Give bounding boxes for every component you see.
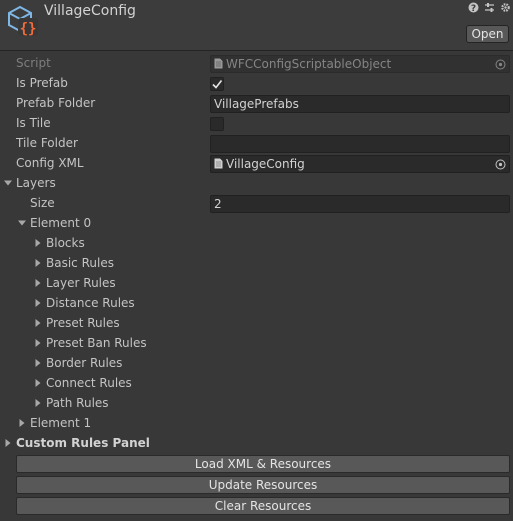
- config-xml-value: VillageConfig: [226, 157, 305, 171]
- size-label: Size: [30, 196, 55, 210]
- foldout-connect-rules[interactable]: Connect Rules: [0, 374, 513, 394]
- script-file-icon: [214, 58, 223, 69]
- prefab-folder-label: Prefab Folder: [16, 96, 96, 110]
- is-prefab-row: Is Prefab: [0, 74, 513, 94]
- script-row: Script WFCConfigScriptableObject: [0, 54, 513, 74]
- chevron-right-icon[interactable]: [33, 338, 43, 348]
- foldout-path-rules[interactable]: Path Rules: [0, 394, 513, 414]
- element-1-label: Element 1: [30, 416, 92, 430]
- size-input[interactable]: 2: [210, 195, 510, 213]
- update-resources-button[interactable]: Update Resources: [16, 476, 510, 494]
- header-divider: [0, 50, 513, 51]
- clear-resources-button[interactable]: Clear Resources: [16, 497, 510, 515]
- chevron-right-icon[interactable]: [33, 398, 43, 408]
- chevron-right-icon[interactable]: [33, 238, 43, 248]
- foldout-preset-ban-rules[interactable]: Preset Ban Rules: [0, 334, 513, 354]
- element-0-foldout[interactable]: Element 0: [0, 214, 513, 234]
- foldout-label: Preset Ban Rules: [46, 336, 147, 350]
- chevron-right-icon[interactable]: [33, 298, 43, 308]
- chevron-right-icon[interactable]: [33, 378, 43, 388]
- chevron-right-icon[interactable]: [33, 318, 43, 328]
- chevron-right-icon[interactable]: [33, 278, 43, 288]
- foldout-preset-rules[interactable]: Preset Rules: [0, 314, 513, 334]
- element-0-label: Element 0: [30, 216, 92, 230]
- asset-title: VillageConfig: [44, 3, 136, 19]
- script-label: Script: [16, 56, 51, 70]
- scriptable-object-icon: {}: [8, 5, 38, 37]
- open-button[interactable]: Open: [466, 25, 509, 43]
- script-field: WFCConfigScriptableObject: [210, 55, 510, 73]
- object-picker-icon[interactable]: [495, 59, 506, 70]
- chevron-right-icon[interactable]: [33, 258, 43, 268]
- config-xml-field[interactable]: VillageConfig: [210, 155, 510, 173]
- layers-size-row: Size 2: [0, 194, 513, 214]
- foldout-border-rules[interactable]: Border Rules: [0, 354, 513, 374]
- load-xml-resources-button[interactable]: Load XML & Resources: [16, 455, 510, 473]
- preset-icon[interactable]: [484, 2, 495, 13]
- config-xml-label: Config XML: [16, 156, 84, 170]
- is-tile-row: Is Tile: [0, 114, 513, 134]
- svg-text:?: ?: [471, 4, 476, 13]
- inspector-header: {} VillageConfig ? Open: [0, 0, 513, 50]
- text-asset-icon: [214, 158, 223, 169]
- foldout-label: Distance Rules: [46, 296, 135, 310]
- foldout-label: Blocks: [46, 236, 85, 250]
- custom-rules-panel-foldout[interactable]: Custom Rules Panel: [0, 434, 513, 454]
- prefab-folder-input[interactable]: VillagePrefabs: [210, 95, 510, 113]
- svg-text:{}: {}: [20, 21, 37, 37]
- is-tile-checkbox[interactable]: [210, 117, 224, 131]
- config-xml-row: Config XML VillageConfig: [0, 154, 513, 174]
- foldout-distance-rules[interactable]: Distance Rules: [0, 294, 513, 314]
- checkmark-icon: [212, 80, 223, 89]
- foldout-basic-rules[interactable]: Basic Rules: [0, 254, 513, 274]
- prefab-folder-row: Prefab Folder VillagePrefabs: [0, 94, 513, 114]
- chevron-right-icon[interactable]: [17, 418, 27, 428]
- chevron-down-icon[interactable]: [3, 178, 13, 188]
- custom-rules-panel-label: Custom Rules Panel: [16, 436, 150, 450]
- is-prefab-label: Is Prefab: [16, 76, 68, 90]
- foldout-label: Path Rules: [46, 396, 109, 410]
- layers-label: Layers: [16, 176, 56, 190]
- object-picker-icon[interactable]: [495, 159, 506, 170]
- tile-folder-row: Tile Folder: [0, 134, 513, 154]
- is-tile-label: Is Tile: [16, 116, 51, 130]
- settings-icon[interactable]: [500, 2, 511, 13]
- foldout-label: Layer Rules: [46, 276, 116, 290]
- layers-foldout[interactable]: Layers: [0, 174, 513, 194]
- foldout-label: Connect Rules: [46, 376, 132, 390]
- foldout-label: Border Rules: [46, 356, 123, 370]
- foldout-label: Preset Rules: [46, 316, 120, 330]
- tile-folder-label: Tile Folder: [16, 136, 78, 150]
- chevron-right-icon[interactable]: [33, 358, 43, 368]
- script-value: WFCConfigScriptableObject: [226, 57, 392, 71]
- foldout-layer-rules[interactable]: Layer Rules: [0, 274, 513, 294]
- help-icon[interactable]: ?: [468, 2, 479, 14]
- chevron-right-icon[interactable]: [3, 438, 13, 448]
- is-prefab-checkbox[interactable]: [210, 77, 224, 91]
- element-1-foldout[interactable]: Element 1: [0, 414, 513, 434]
- tile-folder-input[interactable]: [210, 135, 510, 153]
- chevron-down-icon[interactable]: [17, 218, 27, 228]
- foldout-blocks[interactable]: Blocks: [0, 234, 513, 254]
- foldout-label: Basic Rules: [46, 256, 114, 270]
